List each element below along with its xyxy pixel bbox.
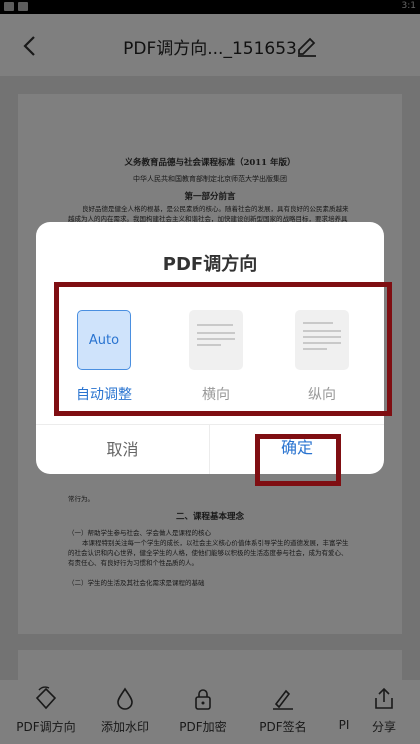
dialog-title: PDF调方向 [162,254,258,275]
highlight-box [54,282,392,416]
cancel-button[interactable]: 取消 [36,424,209,474]
orientation-dialog: PDF调方向 Auto 自动调整 横向 纵向 取消 确定 [36,222,392,486]
highlight-box [255,434,341,486]
